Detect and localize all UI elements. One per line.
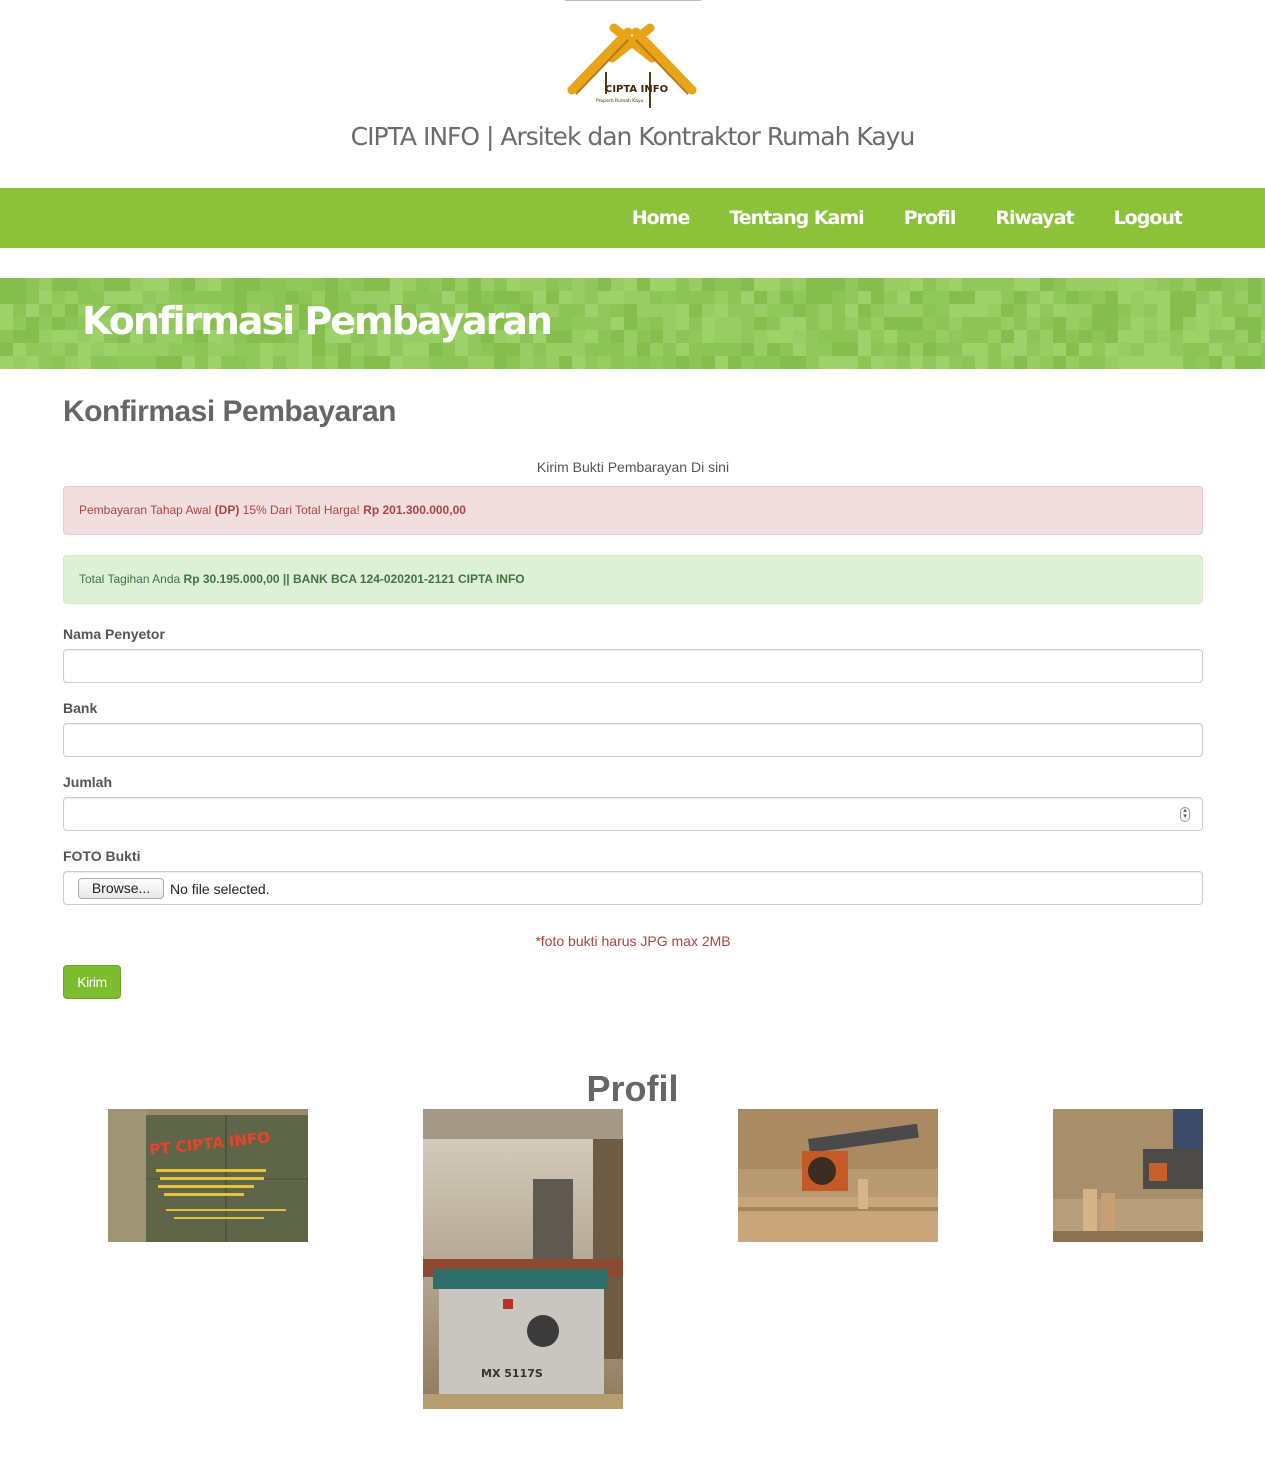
bill-alert-prefix: Total Tagihan Anda: [79, 572, 184, 586]
nav-riwayat[interactable]: Riwayat: [995, 207, 1074, 229]
shaper-machine-photo[interactable]: MX 5117S: [423, 1109, 623, 1409]
profil-heading: Profil: [586, 1068, 679, 1109]
page-banner: Konfirmasi Pembayaran: [0, 278, 1265, 369]
bank-input[interactable]: [63, 723, 1203, 757]
foto-bukti-label: FOTO Bukti: [63, 848, 141, 864]
nav-menu: Home Tentang Kami Profil Riwayat Logout: [592, 188, 1183, 248]
file-requirement-note: *foto bukti harus JPG max 2MB: [535, 933, 731, 949]
workshop-sign-photo[interactable]: PT CIPTA INFO: [108, 1109, 308, 1242]
machine-label: MX 5117S: [481, 1367, 543, 1380]
nama-penyetor-label: Nama Penyetor: [63, 626, 165, 642]
dp-alert-amount: Rp 201.300.000,00: [363, 503, 466, 517]
dp-alert-prefix: Pembayaran Tahap Awal: [79, 503, 215, 517]
dp-alert: Pembayaran Tahap Awal (DP) 15% Dari Tota…: [63, 486, 1203, 535]
site-title: CIPTA INFO | Arsitek dan Kontraktor Ruma…: [350, 122, 916, 151]
jumlah-input[interactable]: ▴ ▾: [63, 797, 1203, 831]
dp-alert-middle: 15% Dari Total Harga!: [239, 503, 364, 517]
nav-logout[interactable]: Logout: [1114, 207, 1183, 229]
main-content: Konfirmasi Pembayaran Kirim Bukti Pembar…: [63, 395, 1203, 999]
nav-tentang-kami[interactable]: Tentang Kami: [729, 207, 864, 229]
logo-subtext: Properti Rumah Kayu: [596, 98, 644, 104]
browse-button[interactable]: Browse...: [78, 878, 164, 899]
main-navbar: Home Tentang Kami Profil Riwayat Logout: [0, 188, 1265, 248]
jumlah-label: Jumlah: [63, 774, 113, 790]
wood-pieces-photo[interactable]: [1053, 1109, 1203, 1242]
banner-title: Konfirmasi Pembayaran: [82, 299, 553, 343]
number-spinner-icon[interactable]: ▴ ▾: [1180, 807, 1190, 822]
foto-bukti-file-input[interactable]: Browse... No file selected.: [63, 871, 1203, 905]
nama-penyetor-input[interactable]: [63, 649, 1203, 683]
bill-alert-amount: Rp 30.195.000,00 || BANK BCA 124-020201-…: [183, 572, 525, 586]
file-status-text: No file selected.: [170, 881, 270, 897]
kirim-button[interactable]: Kirim: [63, 965, 121, 999]
logo-text: CIPTA INFO: [605, 84, 668, 95]
intro-text: Kirim Bukti Pembarayan Di sini: [536, 459, 730, 475]
radial-saw-photo[interactable]: [738, 1109, 938, 1242]
site-logo[interactable]: CIPTA INFO Properti Rumah Kayu: [562, 22, 702, 114]
top-divider: [565, 0, 701, 1]
bank-label: Bank: [63, 700, 98, 716]
nav-profil[interactable]: Profil: [904, 207, 957, 229]
nav-home[interactable]: Home: [632, 207, 691, 229]
dp-alert-dp: (DP): [214, 503, 240, 517]
page-heading: Konfirmasi Pembayaran: [63, 395, 396, 428]
bill-alert: Total Tagihan Anda Rp 30.195.000,00 || B…: [63, 555, 1203, 604]
